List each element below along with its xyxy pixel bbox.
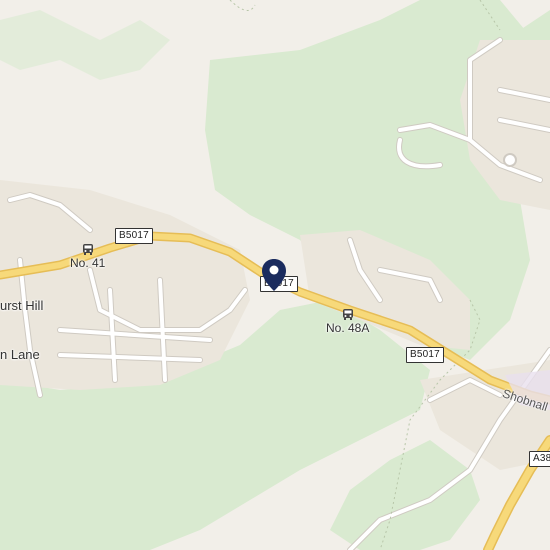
road-shield-b5017-east: B5017 (406, 347, 444, 363)
bus-stop-label: No. 41 (70, 256, 106, 270)
place-label-lane: n Lane (0, 347, 40, 362)
road-shield-a38: A38 (529, 451, 550, 467)
location-pin-icon[interactable] (261, 258, 287, 292)
map-view[interactable]: B5017 B5017 B5017 A38 No. 41 No. 48A urs… (0, 0, 550, 550)
roundabout (503, 153, 517, 167)
bus-stop-no-48a[interactable]: No. 48A (326, 308, 369, 335)
bus-icon (342, 309, 353, 320)
bus-stop-no-41[interactable]: No. 41 (70, 243, 105, 270)
bus-icon (82, 244, 93, 255)
road-shield-b5017-west: B5017 (115, 228, 153, 244)
bus-stop-label: No. 48A (326, 321, 370, 335)
place-label-hurst-hill: urst Hill (0, 298, 44, 313)
